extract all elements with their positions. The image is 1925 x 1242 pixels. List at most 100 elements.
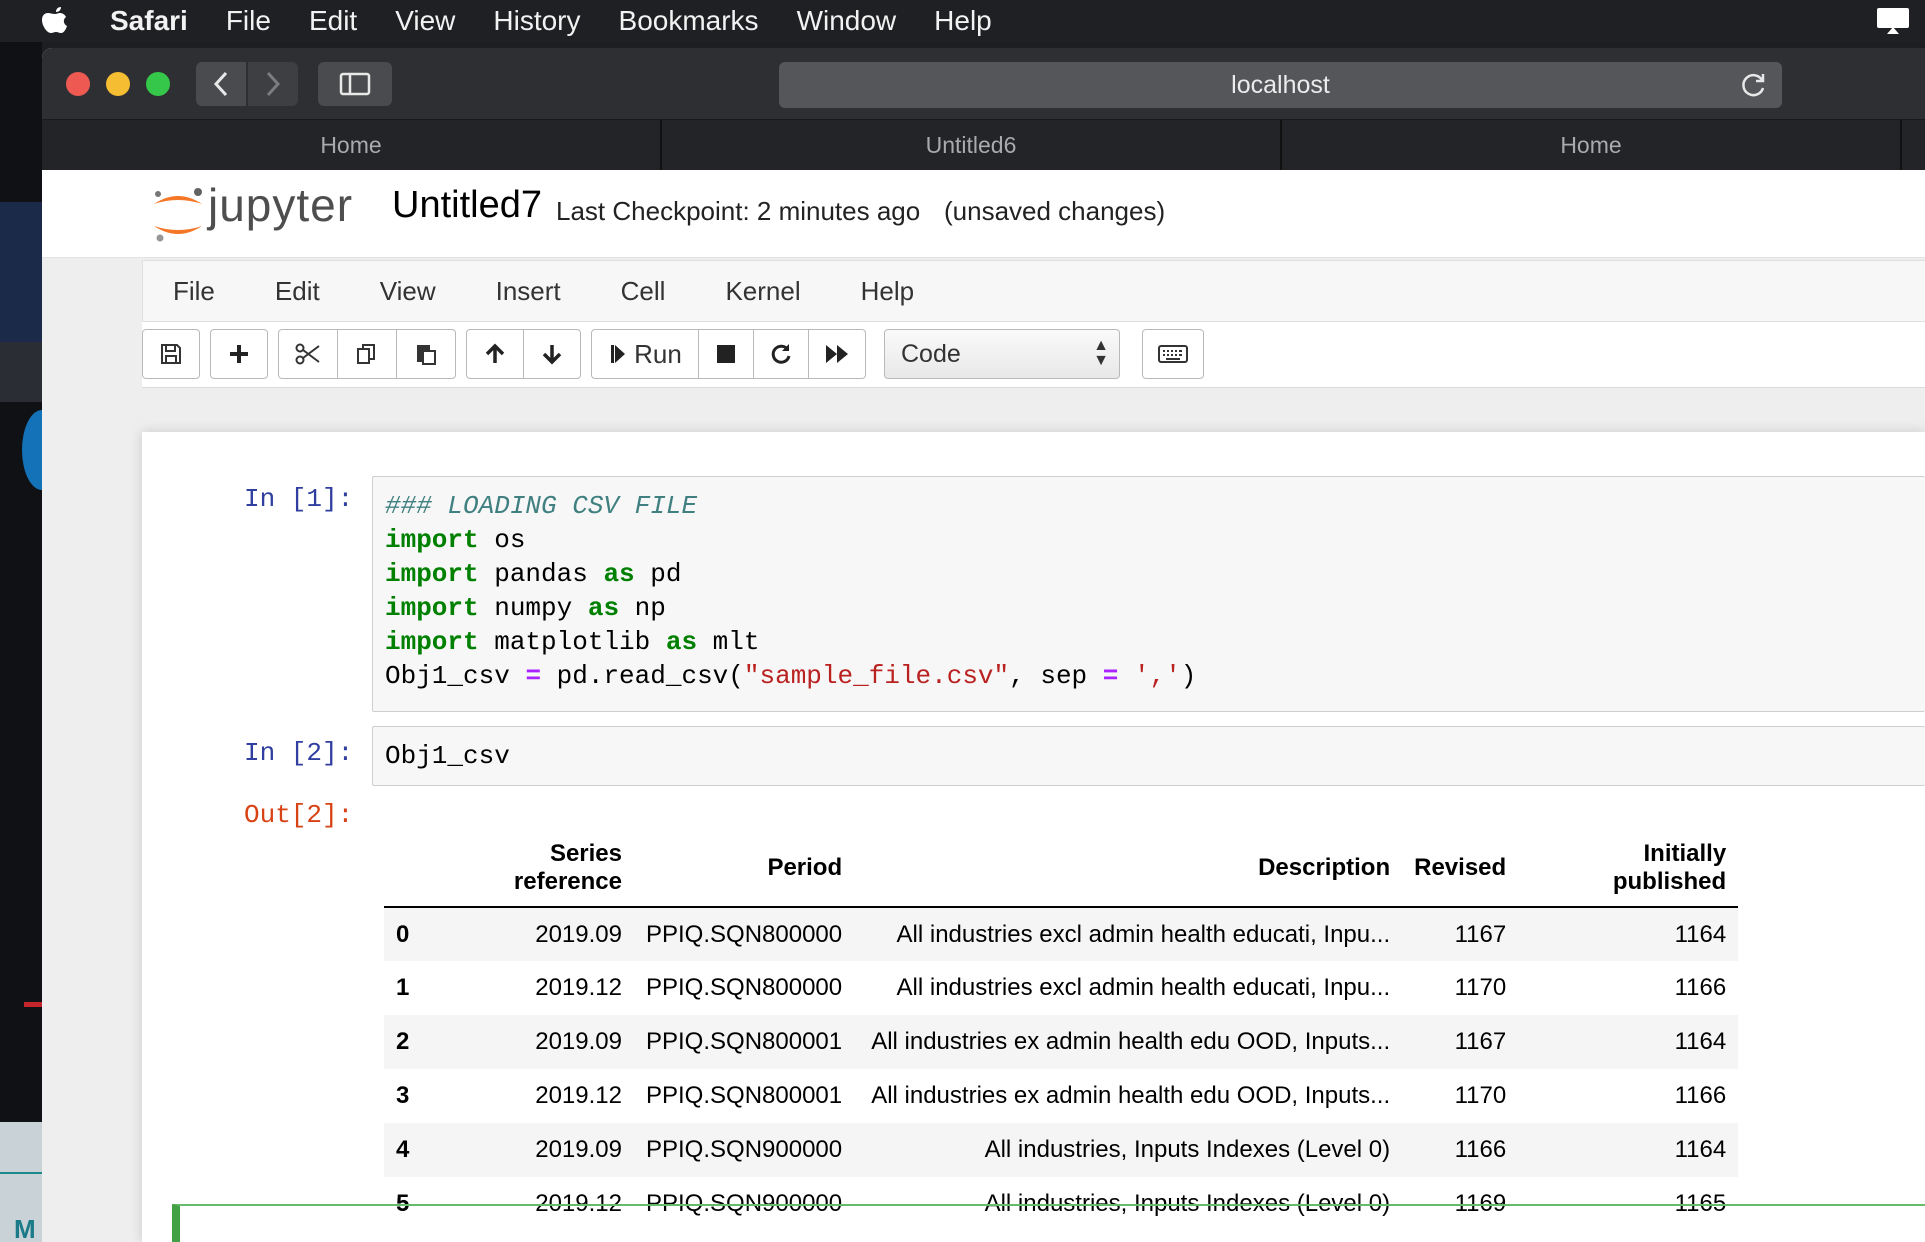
cell-description: All industries ex admin health edu OOD, … — [871, 1082, 1391, 1109]
jupyter-header: jupyter Untitled7 Last Checkpoint: 2 min… — [42, 170, 1925, 258]
restart-kernel-button[interactable] — [753, 329, 809, 379]
arrow-down-icon — [542, 345, 562, 365]
table-row: 4 2019.09 PPIQ.SQN900000 All industries,… — [384, 1123, 1739, 1177]
cell-description: All industries ex admin health edu OOD, … — [871, 1028, 1391, 1055]
table-row: 3 2019.12 PPIQ.SQN800001 All industries … — [384, 1069, 1738, 1123]
maximize-window-button[interactable] — [146, 72, 170, 96]
menubar-app-safari[interactable]: Safari — [110, 5, 188, 37]
menubar-window[interactable]: Window — [797, 5, 897, 37]
cell-1-code-editor[interactable]: ### LOADING CSV FILE import os import pa… — [372, 476, 1925, 712]
move-cell-down-button[interactable] — [523, 329, 581, 379]
menu-help[interactable]: Help — [861, 276, 914, 307]
cut-button[interactable] — [278, 329, 338, 379]
cell-initially-published: 1164 — [1674, 920, 1727, 948]
insert-cell-button[interactable] — [210, 329, 268, 379]
menu-file[interactable]: File — [173, 276, 215, 307]
cell-description: All industries excl admin health educati… — [896, 974, 1391, 1001]
cell-series-reference: 2019.09 — [535, 920, 622, 948]
browser-tab-bar: Home Untitled6 Home — [42, 120, 1925, 170]
dataframe-output-table: Series reference Period Description Revi… — [384, 832, 1739, 1231]
restart-run-all-button[interactable] — [808, 329, 866, 379]
cell-initially-published: 1166 — [1674, 974, 1727, 1001]
cell-revised: 1170 — [1454, 1082, 1507, 1109]
cell-series-reference: 2019.09 — [535, 1028, 622, 1055]
select-arrows-icon: ▲ ▼ — [1093, 337, 1109, 369]
close-window-button[interactable] — [66, 72, 90, 96]
menubar-view[interactable]: View — [395, 5, 455, 37]
menu-cell[interactable]: Cell — [621, 276, 666, 307]
cell-2-code-editor[interactable]: Obj1_csv — [372, 726, 1925, 786]
macos-menubar: Safari File Edit View History Bookmarks … — [0, 0, 1925, 42]
table-row: 0 2019.09 PPIQ.SQN800000 All industries … — [384, 907, 1739, 961]
copy-button[interactable] — [337, 329, 397, 379]
browser-tab-home[interactable]: Home — [42, 120, 662, 170]
cell-type-select[interactable]: Code ▲ ▼ — [884, 329, 1120, 379]
minimize-window-button[interactable] — [106, 72, 130, 96]
interrupt-kernel-button[interactable] — [698, 329, 754, 379]
cell-series-reference: 2019.09 — [535, 1136, 622, 1163]
cell-1-input-prompt: In [1]: — [244, 484, 354, 514]
cell-2-input-prompt: In [2]: — [244, 738, 354, 768]
cell-initially-published: 1164 — [1674, 1028, 1727, 1055]
cell-period: PPIQ.SQN800001 — [646, 1082, 843, 1109]
menubar-file[interactable]: File — [226, 5, 271, 37]
row-index: 4 — [396, 1136, 410, 1163]
row-index: 3 — [396, 1082, 410, 1109]
jupyter-logo-text[interactable]: jupyter — [208, 178, 353, 232]
cell-initially-published: 1164 — [1674, 1136, 1727, 1163]
paste-icon — [417, 345, 436, 365]
menubar-help[interactable]: Help — [934, 5, 992, 37]
column-header-revised: Revised — [1414, 854, 1507, 881]
save-button[interactable] — [142, 329, 200, 379]
table-header-row: Series reference Period Description Revi… — [384, 832, 1739, 907]
browser-tab-untitled6[interactable]: Untitled6 — [662, 120, 1282, 170]
browser-toolbar: localhost — [42, 48, 1925, 120]
address-bar-url: localhost — [1231, 70, 1330, 99]
table-row: 1 2019.12 PPIQ.SQN800000 All industries … — [384, 961, 1738, 1015]
checkpoint-status: Last Checkpoint: 2 minutes ago — [556, 196, 921, 226]
row-index: 0 — [396, 920, 410, 948]
cell-period: PPIQ.SQN900000 — [646, 1136, 843, 1163]
jupyter-logo-icon[interactable] — [148, 182, 208, 246]
column-header-initially-published: Initially published — [1612, 840, 1727, 895]
cell-series-reference: 2019.12 — [535, 974, 622, 1001]
fast-forward-icon — [826, 345, 848, 363]
cell-period: PPIQ.SQN800001 — [646, 1028, 843, 1055]
safari-window: localhost Home Untitled6 Home jupyter Un… — [42, 48, 1925, 1242]
sidebar-toggle-button[interactable] — [318, 62, 392, 106]
menubar-bookmarks[interactable]: Bookmarks — [619, 5, 759, 37]
notebook-container: In [1]: ### LOADING CSV FILE import os i… — [142, 432, 1925, 1242]
reload-icon[interactable] — [1740, 71, 1768, 99]
row-index: 2 — [396, 1028, 410, 1055]
cell-period: PPIQ.SQN800000 — [646, 974, 843, 1001]
menu-view[interactable]: View — [380, 276, 436, 307]
cell-revised: 1167 — [1454, 1028, 1507, 1055]
jupyter-toolbar: Run Code ▲ ▼ — [142, 322, 1925, 388]
plus-icon — [230, 345, 248, 363]
menu-edit[interactable]: Edit — [275, 276, 320, 307]
run-button-label: Run — [634, 338, 682, 369]
run-button[interactable]: Run — [591, 329, 699, 379]
selected-empty-cell[interactable] — [172, 1204, 1925, 1242]
forward-button[interactable] — [248, 62, 298, 106]
browser-tab-home-2[interactable]: Home — [1282, 120, 1902, 170]
menu-insert[interactable]: Insert — [496, 276, 561, 307]
move-cell-up-button[interactable] — [466, 329, 524, 379]
notebook-title[interactable]: Untitled7 — [392, 184, 542, 227]
column-header-index — [384, 832, 424, 907]
cell-revised: 1167 — [1454, 920, 1507, 948]
address-bar[interactable]: localhost — [779, 62, 1782, 108]
apple-icon[interactable] — [0, 0, 110, 42]
back-button[interactable] — [196, 62, 246, 106]
menu-kernel[interactable]: Kernel — [725, 276, 800, 307]
screen-mirroring-icon[interactable] — [1873, 6, 1913, 36]
arrow-up-icon — [485, 343, 505, 363]
menubar-history[interactable]: History — [493, 5, 580, 37]
cell-2-code: Obj1_csv — [385, 741, 510, 771]
menubar-edit[interactable]: Edit — [309, 5, 357, 37]
chevron-right-icon — [266, 71, 281, 97]
keyboard-icon — [1158, 345, 1188, 363]
paste-button[interactable] — [396, 329, 456, 379]
command-palette-button[interactable] — [1142, 329, 1204, 379]
cell-description: All industries excl admin health educati… — [896, 920, 1391, 948]
